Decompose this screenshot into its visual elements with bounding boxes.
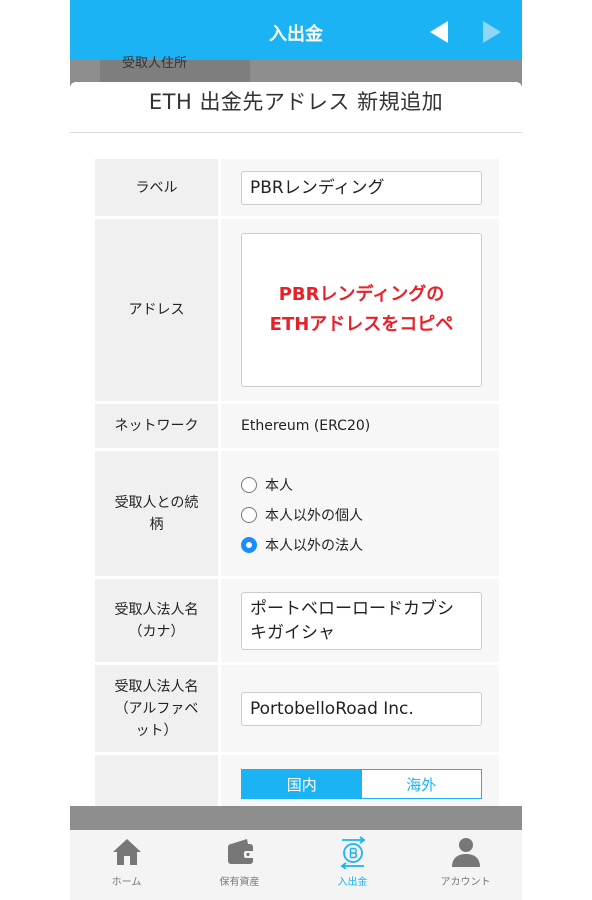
corp-kana-input[interactable]: ポートベローロードカブシ キガイシャ <box>241 591 482 650</box>
address-annotation: PBRレンディングの ETHアドレスをコピペ <box>270 280 454 340</box>
radio-self[interactable]: 本人 <box>241 475 363 495</box>
location-segmented-control: 国内 海外 <box>241 769 482 799</box>
address-field-label: アドレス <box>95 219 218 401</box>
tab-home[interactable]: ホーム <box>70 830 183 900</box>
label-input[interactable]: PBRレンディング <box>241 170 482 205</box>
corp-alpha-label-line3: ット） <box>135 722 178 739</box>
header-bar: 入出金 <box>70 0 522 60</box>
tab-deposit-withdraw-label: 入出金 <box>337 877 368 888</box>
bitcoin-transfer-icon <box>340 836 365 869</box>
form-row-label: ラベル PBRレンディング <box>95 159 499 216</box>
radio-other-corporation[interactable]: 本人以外の法人 <box>241 535 363 555</box>
network-value: Ethereum (ERC20) <box>221 404 499 448</box>
address-form: ラベル PBRレンディング アドレス PBRレンディングの ETHアドレスをコピ… <box>95 159 499 806</box>
radio-other-individual-label: 本人以外の個人 <box>265 507 363 524</box>
home-icon <box>112 839 141 865</box>
left-margin <box>0 0 70 900</box>
form-row-relationship: 受取人との続 柄 本人 本人以外の個人 本人以外の法人 <box>95 451 499 576</box>
address-textarea[interactable]: PBRレンディングの ETHアドレスをコピペ <box>241 233 482 387</box>
add-address-modal: ETH 出金先アドレス 新規追加 ラベル PBRレンディング アドレス PBRレ… <box>70 82 522 806</box>
tab-home-label: ホーム <box>111 877 142 888</box>
form-row-corp-alpha: 受取人法人名 （アルファベ ット） PortobelloRoad Inc. <box>95 665 499 752</box>
overlay-gap <box>70 806 522 830</box>
tab-account-label: アカウント <box>440 877 491 888</box>
header-title: 入出金 <box>269 24 323 45</box>
next-arrow-icon[interactable] <box>483 21 501 43</box>
location-field-label <box>95 755 218 806</box>
app-screen: 入出金 受取人住所 ETH 出金先アドレス 新規追加 ラベル PBRレンディング… <box>70 0 522 900</box>
right-margin <box>522 0 592 900</box>
location-overseas-button[interactable]: 海外 <box>361 770 481 798</box>
tab-assets-label: 保有資産 <box>219 877 260 888</box>
radio-button-icon[interactable] <box>241 506 257 523</box>
background-table-row: 受取人住所 <box>100 56 250 82</box>
corp-kana-label-line2: （カナ） <box>128 623 185 640</box>
corp-alpha-label-line1: 受取人法人名 <box>114 678 199 695</box>
address-annotation-line2: ETHアドレスをコピペ <box>269 314 454 335</box>
corp-alpha-input[interactable]: PortobelloRoad Inc. <box>241 691 482 726</box>
form-row-network: ネットワーク Ethereum (ERC20) <box>95 404 499 448</box>
label-field-label: ラベル <box>95 159 218 216</box>
radio-button-icon[interactable] <box>241 476 257 493</box>
relationship-label-line1: 受取人との続 <box>114 494 199 511</box>
corp-kana-value-line1: ポートベローロードカブシ <box>250 598 454 619</box>
modal-title: ETH 出金先アドレス 新規追加 <box>70 82 522 133</box>
bottom-tab-bar: ホーム 保有資産 入出金 アカウント <box>70 830 522 900</box>
wallet-icon <box>227 839 255 864</box>
network-field-label: ネットワーク <box>95 404 218 448</box>
background-row-label: 受取人住所 <box>122 56 188 71</box>
radio-button-selected-icon[interactable] <box>241 536 257 553</box>
radio-other-individual[interactable]: 本人以外の個人 <box>241 505 363 525</box>
corp-kana-field-label: 受取人法人名 （カナ） <box>95 579 218 662</box>
radio-other-corporation-label: 本人以外の法人 <box>265 537 363 554</box>
form-row-location: 国内 海外 <box>95 755 499 806</box>
relationship-field-label: 受取人との続 柄 <box>95 451 218 576</box>
corp-kana-value-line2: キガイシャ <box>250 622 335 643</box>
tab-assets[interactable]: 保有資産 <box>183 830 296 900</box>
tab-account[interactable]: アカウント <box>409 830 522 900</box>
form-row-corp-kana: 受取人法人名 （カナ） ポートベローロードカブシ キガイシャ <box>95 579 499 662</box>
corp-kana-label-line1: 受取人法人名 <box>114 601 199 618</box>
person-icon <box>451 838 480 867</box>
tab-deposit-withdraw[interactable]: 入出金 <box>296 830 409 900</box>
corp-alpha-field-label: 受取人法人名 （アルファベ ット） <box>95 665 218 752</box>
corp-alpha-label-line2: （アルファベ <box>114 700 199 717</box>
relationship-radio-group: 本人 本人以外の個人 本人以外の法人 <box>241 473 363 555</box>
radio-self-label: 本人 <box>265 477 293 494</box>
location-domestic-button[interactable]: 国内 <box>242 770 362 798</box>
form-row-address: アドレス PBRレンディングの ETHアドレスをコピペ <box>95 219 499 401</box>
relationship-label-line2: 柄 <box>149 516 164 533</box>
address-annotation-line1: PBRレンディングの <box>278 284 445 305</box>
prev-arrow-icon[interactable] <box>430 21 448 43</box>
